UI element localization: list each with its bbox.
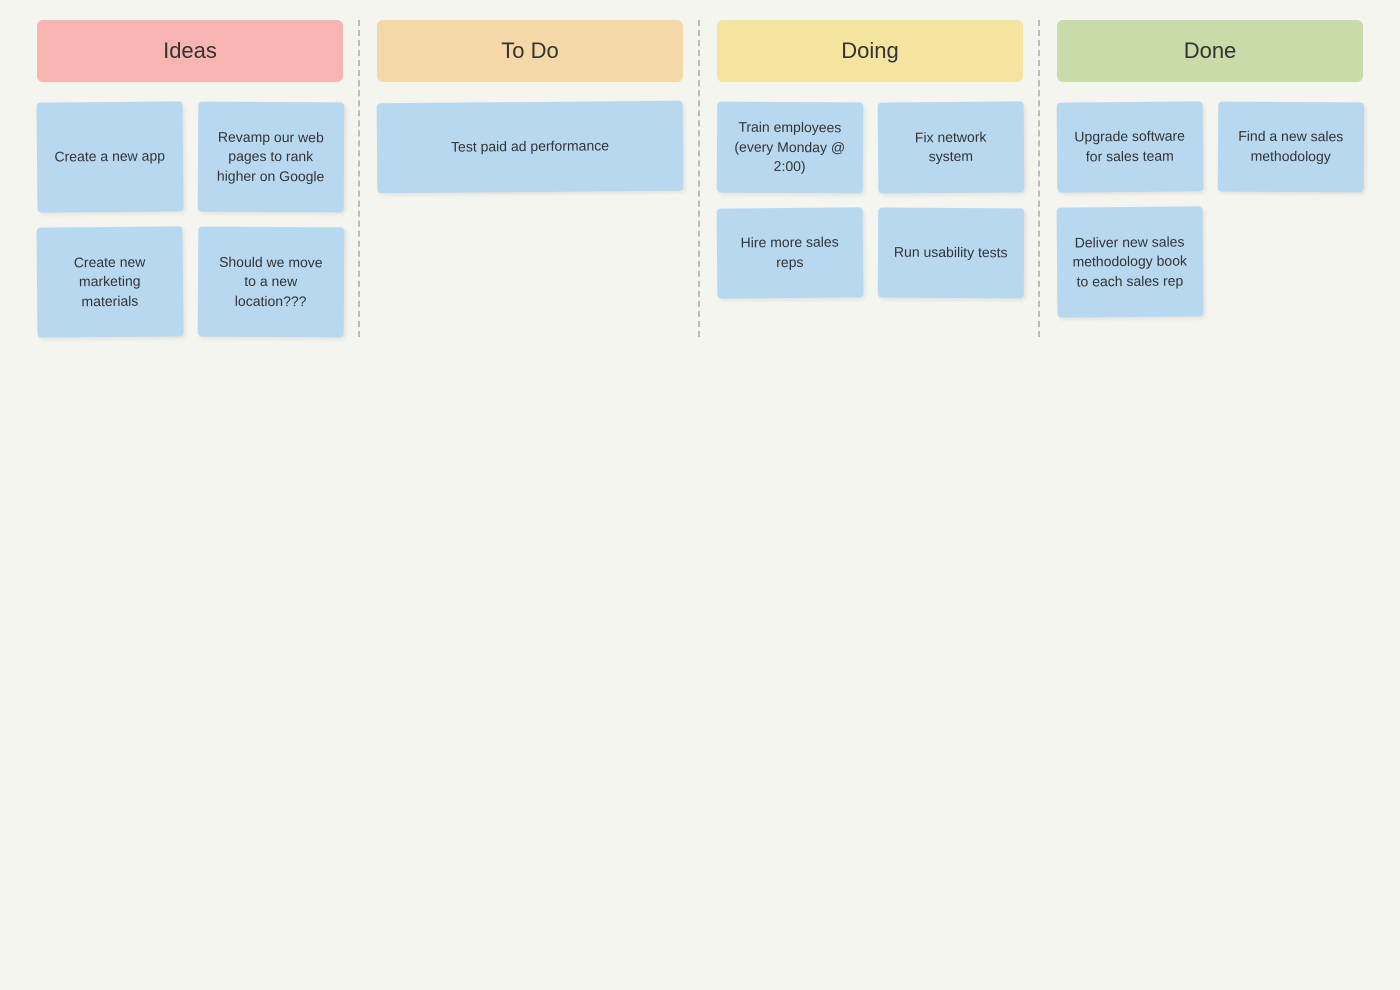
done-cards-grid: Upgrade software for sales team Find a n…: [1057, 102, 1363, 317]
column-header-ideas: Ideas: [37, 20, 343, 82]
column-title-ideas: Ideas: [163, 38, 217, 63]
column-todo: To Do Test paid ad performance: [360, 20, 700, 337]
column-title-done: Done: [1184, 38, 1237, 63]
card-doing-3[interactable]: Hire more sales reps: [717, 207, 863, 298]
card-doing-2[interactable]: Fix network system: [877, 101, 1023, 193]
doing-cards-grid: Train employees (every Monday @ 2:00) Fi…: [717, 102, 1023, 298]
card-idea-1[interactable]: Create a new app: [37, 101, 183, 212]
todo-cards: Test paid ad performance: [377, 102, 683, 192]
column-doing: Doing Train employees (every Monday @ 2:…: [700, 20, 1040, 337]
card-todo-1[interactable]: Test paid ad performance: [377, 101, 684, 194]
card-done-1[interactable]: Upgrade software for sales team: [1057, 101, 1203, 192]
column-done: Done Upgrade software for sales team Fin…: [1040, 20, 1380, 337]
column-title-todo: To Do: [501, 38, 558, 63]
column-header-doing: Doing: [717, 20, 1023, 82]
ideas-cards-grid: Create a new app Revamp our web pages to…: [37, 102, 343, 337]
card-done-3[interactable]: Deliver new sales methodology book to ea…: [1057, 206, 1203, 317]
card-done-2[interactable]: Find a new sales methodology: [1217, 102, 1363, 193]
column-header-done: Done: [1057, 20, 1363, 82]
card-idea-3[interactable]: Create new marketing materials: [37, 226, 183, 337]
card-doing-1[interactable]: Train employees (every Monday @ 2:00): [717, 102, 863, 194]
column-title-doing: Doing: [841, 38, 898, 63]
card-idea-4[interactable]: Should we move to a new location???: [197, 227, 343, 338]
column-ideas: Ideas Create a new app Revamp our web pa…: [20, 20, 360, 337]
card-doing-4[interactable]: Run usability tests: [877, 207, 1023, 298]
kanban-board: Ideas Create a new app Revamp our web pa…: [20, 20, 1380, 337]
card-idea-2[interactable]: Revamp our web pages to rank higher on G…: [197, 102, 343, 213]
column-header-todo: To Do: [377, 20, 683, 82]
